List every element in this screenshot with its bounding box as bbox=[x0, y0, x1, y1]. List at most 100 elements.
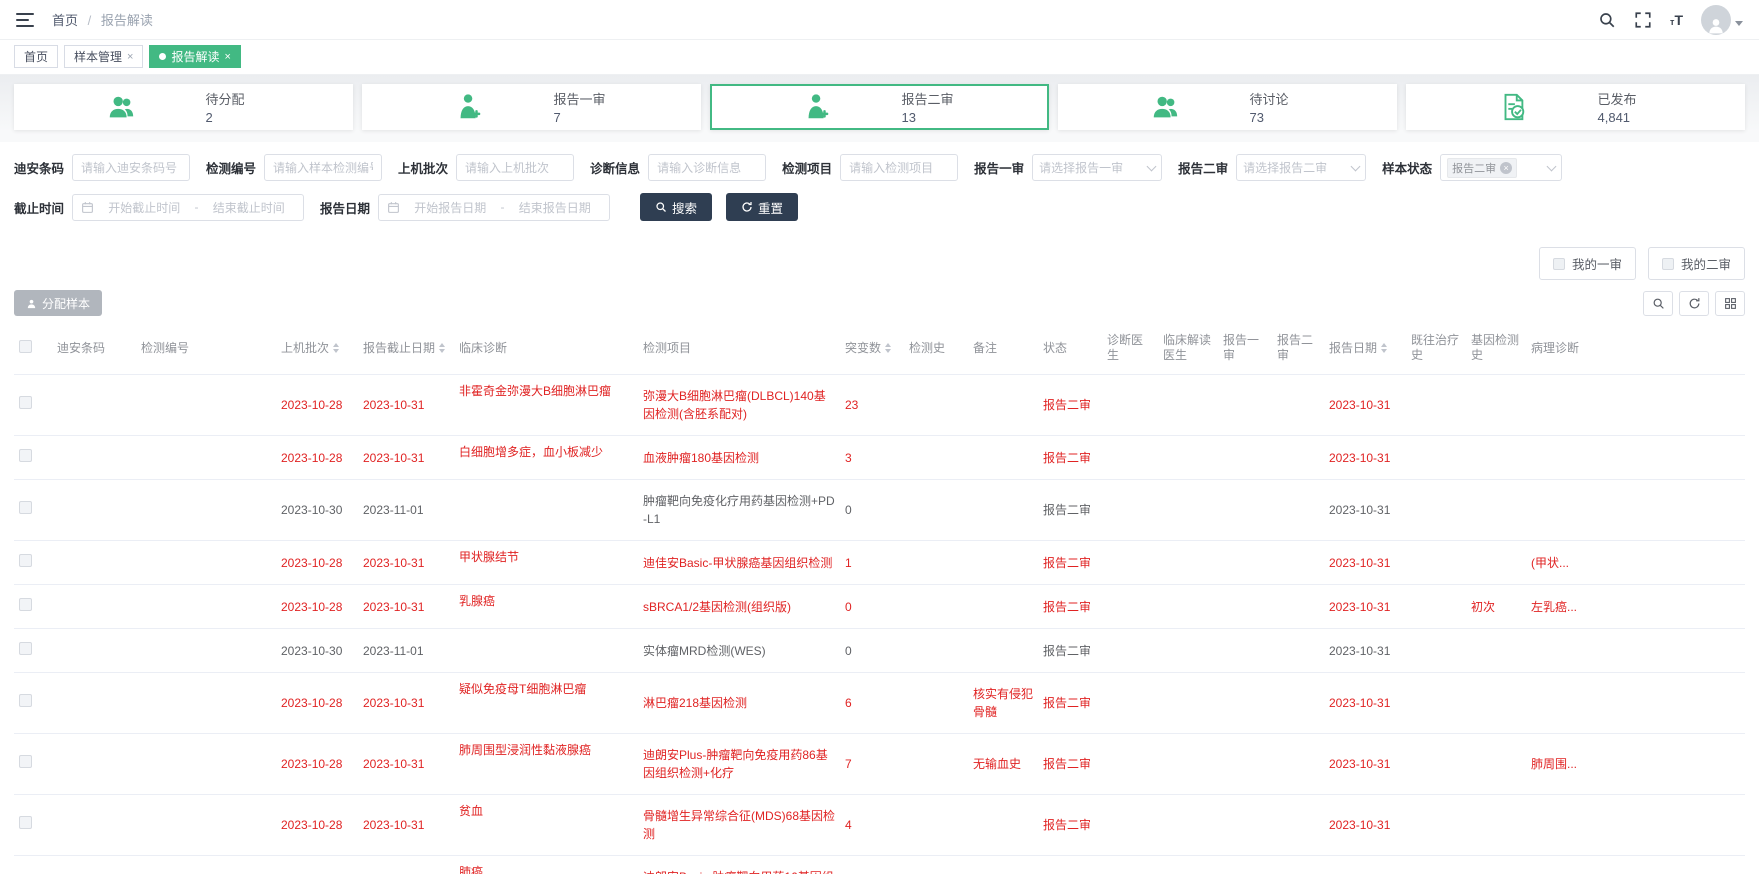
table-row[interactable]: 2023-10-282023-10-31乳腺癌sBRCA1/2基因检测(组织版)… bbox=[14, 585, 1745, 629]
cell-mutations: 4 bbox=[840, 795, 904, 856]
card-title: 报告二审 bbox=[902, 89, 958, 108]
sort-icon[interactable] bbox=[333, 343, 339, 353]
tab-label: 报告解读 bbox=[171, 48, 219, 65]
cell-report_date: 2023-10-31 bbox=[1324, 480, 1406, 541]
col-report-deadline[interactable]: 报告截止日期 bbox=[358, 324, 454, 375]
close-icon[interactable]: × bbox=[127, 51, 133, 63]
cell-remark bbox=[968, 375, 1038, 436]
table-row[interactable]: 2023-10-282023-10-31白细胞增多症，血小板减少血液肿瘤180基… bbox=[14, 436, 1745, 480]
cell-status: 报告二审 bbox=[1038, 856, 1102, 874]
font-size-icon[interactable]: тT bbox=[1670, 12, 1683, 28]
tab-report-interpretation[interactable]: 报告解读 × bbox=[149, 45, 240, 68]
chevron-down-icon bbox=[1735, 21, 1743, 26]
table-row[interactable]: 2023-10-282023-10-31肺周围型浸润性黏液腺癌迪朗安Plus-肿… bbox=[14, 734, 1745, 795]
close-icon[interactable]: × bbox=[224, 51, 230, 63]
search-button-label: 搜索 bbox=[672, 198, 697, 217]
cell-doctor bbox=[1102, 541, 1158, 585]
cell-deadline: 2023-10-31 bbox=[358, 673, 454, 734]
card-first-review[interactable]: 报告一审 7 bbox=[362, 84, 701, 130]
col-mutation-count[interactable]: 突变数 bbox=[840, 324, 904, 375]
sort-icon[interactable] bbox=[439, 343, 445, 353]
table-row[interactable]: 2023-10-302023-11-01肿瘤靶向免疫化疗用药基因检测+PD-L1… bbox=[14, 480, 1745, 541]
select-all-checkbox[interactable] bbox=[19, 340, 32, 353]
table-row[interactable]: 2023-10-282023-10-31疑似免疫母T细胞淋巴瘤淋巴瘤218基因检… bbox=[14, 673, 1745, 734]
search-button[interactable]: 搜索 bbox=[640, 193, 712, 221]
deadline-date-range[interactable]: 开始截止时间 - 结束截止时间 bbox=[72, 194, 304, 221]
cell-doctor bbox=[1102, 734, 1158, 795]
col-barcode: 迪安条码 bbox=[52, 324, 136, 375]
cell-review1 bbox=[1218, 734, 1272, 795]
table-row[interactable]: 2023-10-282023-10-31甲状腺结节迪佳安Basic-甲状腺癌基因… bbox=[14, 541, 1745, 585]
cell-report_date: 2023-10-31 bbox=[1324, 734, 1406, 795]
col-report-date[interactable]: 报告日期 bbox=[1324, 324, 1406, 375]
cell-diagnosis bbox=[454, 629, 638, 673]
reset-button[interactable]: 重置 bbox=[726, 193, 798, 221]
table-row[interactable]: 2023-10-282023-10-31非霍奇金弥漫大B细胞淋巴瘤弥漫大B细胞淋… bbox=[14, 375, 1745, 436]
status-cards: 待分配 2 报告一审 7 报告二审 13 待讨论 73 bbox=[0, 75, 1759, 142]
table-refresh-button[interactable] bbox=[1679, 291, 1709, 316]
row-checkbox[interactable] bbox=[19, 598, 32, 611]
row-checkbox[interactable] bbox=[19, 642, 32, 655]
table-row[interactable]: 2023-10-282023-10-31贫血骨髓增生异常综合征(MDS)68基因… bbox=[14, 795, 1745, 856]
row-checkbox[interactable] bbox=[19, 694, 32, 707]
report-date-range[interactable]: 开始报告日期 - 结束报告日期 bbox=[378, 194, 610, 221]
card-published[interactable]: 已发布 4,841 bbox=[1406, 84, 1745, 130]
card-pending-assign[interactable]: 待分配 2 bbox=[14, 84, 353, 130]
search-icon[interactable] bbox=[1598, 11, 1616, 29]
cell-test_no bbox=[136, 480, 276, 541]
cell-report_date: 2023-10-31 bbox=[1324, 375, 1406, 436]
row-checkbox[interactable] bbox=[19, 755, 32, 768]
cell-review1 bbox=[1218, 629, 1272, 673]
card-pending-discussion[interactable]: 待讨论 73 bbox=[1058, 84, 1397, 130]
cell-diagnosis: 乳腺癌 bbox=[454, 585, 638, 629]
search-icon bbox=[655, 201, 667, 213]
row-checkbox[interactable] bbox=[19, 554, 32, 567]
avatar[interactable] bbox=[1701, 5, 1731, 35]
sort-icon[interactable] bbox=[885, 343, 891, 353]
tab-sample-management[interactable]: 样本管理 × bbox=[64, 45, 143, 68]
cell-test_no bbox=[136, 795, 276, 856]
tab-home[interactable]: 首页 bbox=[14, 45, 58, 68]
fullscreen-icon[interactable] bbox=[1634, 11, 1652, 29]
table-columns-button[interactable] bbox=[1715, 291, 1745, 316]
card-count: 73 bbox=[1250, 110, 1306, 125]
row-checkbox[interactable] bbox=[19, 816, 32, 829]
my-second-review-toggle[interactable]: 我的二审 bbox=[1648, 247, 1745, 280]
cell-prior_treatment bbox=[1406, 436, 1466, 480]
table-search-button[interactable] bbox=[1643, 291, 1673, 316]
table-row[interactable]: 2023-10-302023-11-01实体瘤MRD检测(WES)0报告二审20… bbox=[14, 629, 1745, 673]
cell-review2 bbox=[1272, 795, 1324, 856]
table-row[interactable]: 2023-10-282023-10-31肺癌迪朗安Basic-肿瘤靶向用药16基… bbox=[14, 856, 1745, 874]
my-first-review-toggle[interactable]: 我的一审 bbox=[1539, 247, 1636, 280]
cell-project: 实体瘤MRD检测(WES) bbox=[638, 629, 840, 673]
cell-history bbox=[904, 856, 968, 874]
row-checkbox[interactable] bbox=[19, 501, 32, 514]
breadcrumb-home[interactable]: 首页 bbox=[52, 13, 78, 28]
col-run-batch[interactable]: 上机批次 bbox=[276, 324, 358, 375]
card-second-review[interactable]: 报告二审 13 bbox=[710, 84, 1049, 130]
test-project-input[interactable] bbox=[840, 154, 958, 181]
barcode-input[interactable] bbox=[72, 154, 190, 181]
row-checkbox[interactable] bbox=[19, 396, 32, 409]
run-batch-input[interactable] bbox=[456, 154, 574, 181]
cell-remark bbox=[968, 795, 1038, 856]
cell-gene_history bbox=[1466, 480, 1526, 541]
assign-sample-button[interactable]: 分配样本 bbox=[14, 290, 102, 316]
test-number-input[interactable] bbox=[264, 154, 382, 181]
first-review-select[interactable]: 请选择报告一审 bbox=[1032, 154, 1162, 181]
cell-batch: 2023-10-28 bbox=[276, 795, 358, 856]
cell-test_no bbox=[136, 375, 276, 436]
col-diagnosis-doctor: 诊断医生 bbox=[1102, 324, 1158, 375]
cell-report_date: 2023-10-31 bbox=[1324, 585, 1406, 629]
tag-close-icon[interactable]: × bbox=[1500, 162, 1512, 174]
second-review-select[interactable]: 请选择报告二审 bbox=[1236, 154, 1366, 181]
cell-barcode bbox=[52, 856, 136, 874]
row-checkbox[interactable] bbox=[19, 449, 32, 462]
sort-icon[interactable] bbox=[1381, 343, 1387, 353]
user-menu[interactable] bbox=[1701, 5, 1743, 35]
sidebar-collapse-icon[interactable] bbox=[16, 13, 34, 27]
diagnosis-info-input[interactable] bbox=[648, 154, 766, 181]
sample-status-select[interactable]: 报告二审 × bbox=[1440, 154, 1562, 181]
cell-gene_history bbox=[1466, 629, 1526, 673]
cell-interpreter bbox=[1158, 795, 1218, 856]
